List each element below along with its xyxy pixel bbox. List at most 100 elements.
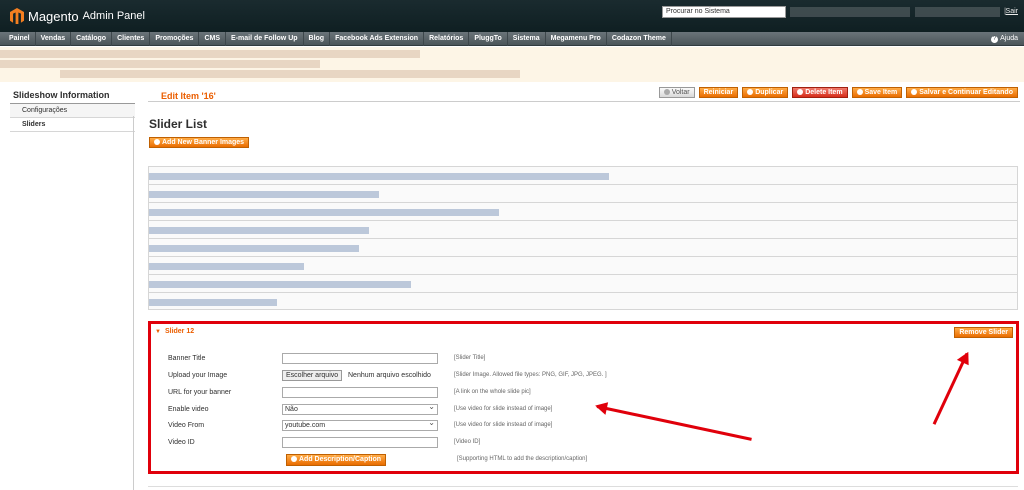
list-item[interactable] — [148, 256, 1018, 274]
delete-label: Delete Item — [805, 89, 843, 96]
nav-item-cms[interactable]: CMS — [199, 32, 227, 46]
blurred-notice-3 — [60, 70, 520, 78]
add-caption-button[interactable]: Add Description/Caption — [286, 454, 387, 466]
file-status: Nenhum arquivo escolhido — [348, 372, 431, 379]
sidebar-title: Slideshow Information — [10, 88, 135, 104]
blurred-slider-title — [149, 263, 304, 270]
add-banner-button[interactable]: Add New Banner Images — [149, 137, 250, 148]
add-banner-label: Add New Banner Images — [162, 139, 245, 146]
save-button[interactable]: Save Item — [851, 87, 903, 98]
blurred-notice-1 — [0, 50, 420, 58]
action-buttons: Voltar Reiniciar Duplicar Delete Item Sa… — [658, 87, 1018, 98]
nav-item-relatorios[interactable]: Relatórios — [424, 32, 470, 46]
delete-icon — [797, 89, 804, 95]
field-label: Banner Title — [168, 355, 206, 362]
nav-item-catalogo[interactable]: Catálogo — [71, 32, 113, 46]
logo-brand: Magento — [28, 8, 79, 24]
slider-list-title: Slider List — [149, 117, 208, 131]
check-icon — [856, 89, 863, 95]
notification-area-blurred — [0, 47, 1024, 82]
blurred-slider-title — [149, 299, 277, 306]
field-hint: [Video ID] — [454, 439, 481, 445]
nav-item-megamenu[interactable]: Megamenu Pro — [546, 32, 607, 46]
duplicate-label: Duplicar — [755, 89, 784, 96]
save-continue-button[interactable]: Salvar e Continuar Editando — [906, 87, 1018, 98]
remove-slider-button[interactable]: Remove Slider — [954, 327, 1013, 338]
help-link[interactable]: ? Ajuda — [991, 32, 1018, 46]
nav-item-facebook[interactable]: Facebook Ads Extension — [330, 32, 425, 46]
content-bottom-border — [148, 486, 1018, 487]
slider-section-header[interactable]: ▼ Slider 12 — [155, 328, 194, 335]
caption-hint: [Supporting HTML to add the description/… — [457, 456, 588, 462]
list-item[interactable] — [148, 166, 1018, 184]
nav-item-followup[interactable]: E-mail de Follow Up — [226, 32, 304, 46]
nav-item-pluggto[interactable]: PluggTo — [469, 32, 508, 46]
list-item[interactable] — [148, 274, 1018, 292]
content-header: Edit Item '16' Voltar Reiniciar Duplicar… — [148, 86, 1020, 102]
field-label: Video From — [168, 422, 205, 429]
list-item[interactable] — [148, 202, 1018, 220]
sidebar-tab-configuracoes[interactable]: Configurações — [10, 104, 135, 118]
nav-item-blog[interactable]: Blog — [304, 32, 331, 46]
magento-logo[interactable]: Magento Admin Panel — [10, 8, 145, 24]
nav-item-codazon[interactable]: Codazon Theme — [607, 32, 672, 46]
logo-subtitle: Admin Panel — [82, 10, 145, 22]
check-icon — [911, 89, 918, 95]
add-caption-label: Add Description/Caption — [299, 456, 382, 463]
user-info-blurred — [790, 7, 910, 17]
field-label: Upload your Image — [168, 372, 228, 379]
field-label: Enable video — [168, 406, 209, 413]
nav-item-promocoes[interactable]: Promoções — [150, 32, 200, 46]
global-search-input[interactable]: Procurar no Sistema — [662, 6, 786, 18]
list-item[interactable] — [148, 220, 1018, 238]
blurred-slider-title — [149, 245, 359, 252]
nav-item-painel[interactable]: Painel — [4, 32, 36, 46]
highlighted-slider-panel: ▼ Slider 12 Remove Slider Banner Title [S… — [148, 321, 1019, 474]
banner-url-input[interactable] — [282, 387, 438, 398]
user-name-blurred — [915, 7, 1000, 17]
logout-link[interactable]: Sair — [1006, 8, 1018, 15]
enable-video-select[interactable]: Não — [282, 402, 438, 415]
blurred-slider-title — [149, 173, 609, 180]
blurred-slider-title — [149, 227, 369, 234]
slider-title: Slider 12 — [164, 328, 195, 335]
nav-item-sistema[interactable]: Sistema — [508, 32, 546, 46]
banner-title-input[interactable] — [282, 353, 438, 364]
list-item[interactable] — [148, 292, 1018, 310]
video-id-input[interactable] — [282, 437, 438, 448]
field-label: Video ID — [168, 439, 195, 446]
nav-item-vendas[interactable]: Vendas — [36, 32, 72, 46]
field-label: URL for your banner — [168, 389, 232, 396]
blurred-slider-title — [149, 281, 411, 288]
reset-button[interactable]: Reiniciar — [698, 87, 739, 98]
plus-icon — [291, 456, 297, 462]
blurred-slider-title — [149, 191, 379, 198]
back-button[interactable]: Voltar — [658, 87, 695, 98]
nav-item-clientes[interactable]: Clientes — [112, 32, 151, 46]
reset-label: Reiniciar — [703, 89, 734, 96]
video-from-select[interactable]: youtube.com — [282, 418, 438, 431]
sidebar-tab-sliders[interactable]: Sliders — [10, 118, 135, 132]
delete-button[interactable]: Delete Item — [792, 87, 848, 98]
choose-file-button[interactable]: Escolher arquivo — [282, 370, 343, 381]
blurred-slider-title — [149, 209, 499, 216]
field-hint: [Slider Image. Allowed file types: PNG, … — [454, 372, 607, 378]
slider-list — [148, 166, 1018, 310]
help-icon: ? — [991, 36, 999, 43]
magento-logo-icon — [10, 8, 24, 24]
save-continue-label: Salvar e Continuar Editando — [919, 89, 1013, 96]
field-hint: [Use video for slide instead of image] — [454, 422, 553, 428]
back-label: Voltar — [671, 89, 690, 96]
collapse-triangle-icon: ▼ — [155, 329, 161, 335]
sidebar: Slideshow Information Configurações Slid… — [10, 88, 135, 132]
field-hint: [Use video for slide instead of image] — [454, 406, 553, 412]
plus-icon — [154, 139, 160, 145]
sidebar-divider — [133, 116, 134, 490]
plus-icon — [747, 89, 754, 95]
save-label: Save Item — [864, 89, 898, 96]
duplicate-button[interactable]: Duplicar — [742, 87, 789, 98]
list-item[interactable] — [148, 238, 1018, 256]
help-label: Ajuda — [1000, 35, 1018, 42]
page-title: Edit Item '16' — [161, 91, 216, 101]
list-item[interactable] — [148, 184, 1018, 202]
